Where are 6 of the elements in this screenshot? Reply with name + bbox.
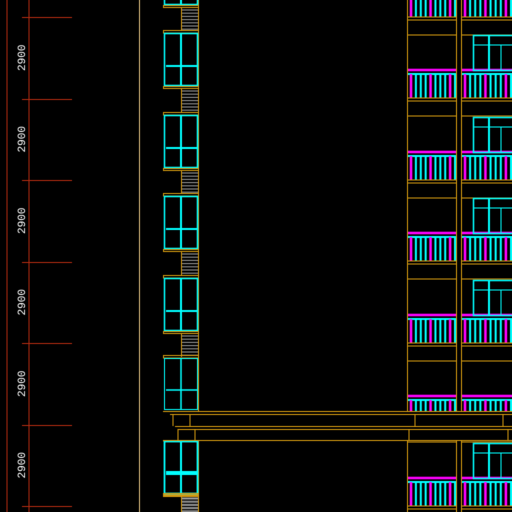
dimension-label: 2900 xyxy=(17,126,29,152)
dimension-label: 2900 xyxy=(17,289,29,316)
dimension-label: 2900 xyxy=(17,452,29,478)
dimension-label: 2900 xyxy=(17,44,29,71)
dimension-label: 2900 xyxy=(17,208,29,234)
dimension-label: 2900 xyxy=(17,370,29,397)
